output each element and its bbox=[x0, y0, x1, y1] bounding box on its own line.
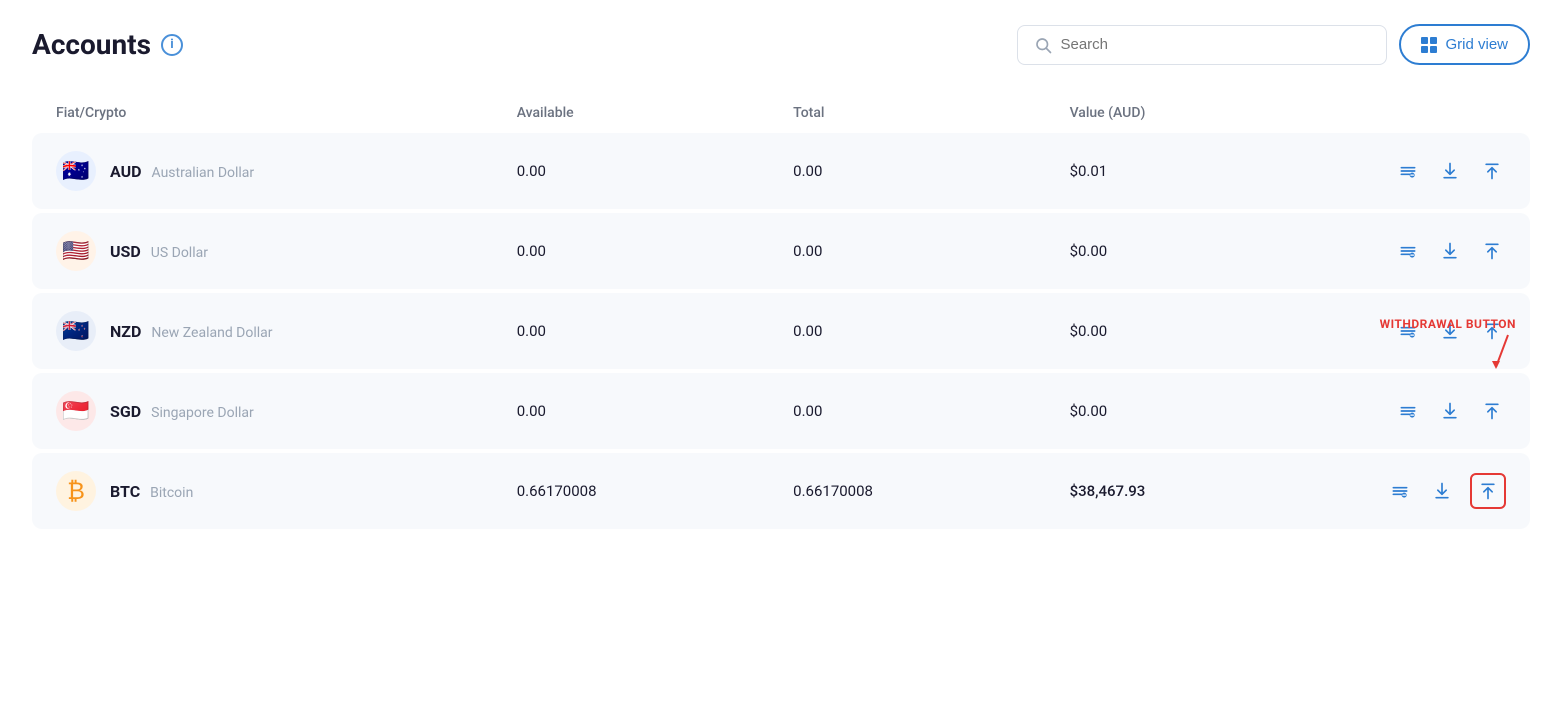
available-sgd: 0.00 bbox=[517, 402, 793, 420]
search-box[interactable] bbox=[1017, 25, 1387, 65]
header-right: Grid view bbox=[1017, 24, 1530, 65]
total-sgd: 0.00 bbox=[793, 402, 1069, 420]
col-total: Total bbox=[793, 105, 1069, 121]
col-value: Value (AUD) bbox=[1070, 105, 1346, 121]
page-title: Accounts bbox=[32, 28, 151, 61]
info-icon[interactable]: i bbox=[161, 34, 183, 56]
value-usd: $0.00 bbox=[1070, 242, 1346, 260]
total-aud: 0.00 bbox=[793, 162, 1069, 180]
grid-icon bbox=[1421, 37, 1437, 53]
withdraw-button-usd[interactable] bbox=[1478, 237, 1506, 265]
value-sgd: $0.00 bbox=[1070, 402, 1346, 420]
actions-nzd bbox=[1346, 317, 1506, 345]
header: Accounts i Grid view bbox=[32, 24, 1530, 65]
actions-sgd: WITHDRAWAL BUTTON bbox=[1346, 397, 1506, 425]
value-btc: $38,467.93 bbox=[1070, 482, 1346, 500]
currency-name-nzd: New Zealand Dollar bbox=[151, 325, 272, 341]
flag-nzd: 🇳🇿 bbox=[56, 311, 96, 351]
withdraw-button-sgd[interactable] bbox=[1478, 397, 1506, 425]
currency-code-sgd: SGD bbox=[110, 402, 141, 421]
currency-name-sgd: Singapore Dollar bbox=[151, 405, 254, 421]
actions-aud bbox=[1346, 157, 1506, 185]
currency-name-aud: Australian Dollar bbox=[152, 165, 255, 181]
col-fiat-crypto: Fiat/Crypto bbox=[56, 105, 517, 121]
actions-usd bbox=[1346, 237, 1506, 265]
deposit-button-aud[interactable] bbox=[1436, 157, 1464, 185]
table-row: 🇦🇺 AUD Australian Dollar 0.00 0.00 $0.01 bbox=[32, 133, 1530, 209]
currency-cell-btc: ₿ BTC Bitcoin bbox=[56, 471, 517, 511]
available-usd: 0.00 bbox=[517, 242, 793, 260]
currency-code-nzd: NZD bbox=[110, 322, 141, 341]
withdraw-button-aud[interactable] bbox=[1478, 157, 1506, 185]
available-aud: 0.00 bbox=[517, 162, 793, 180]
search-input[interactable] bbox=[1060, 36, 1370, 53]
currency-cell-aud: 🇦🇺 AUD Australian Dollar bbox=[56, 151, 517, 191]
deposit-button-sgd[interactable] bbox=[1436, 397, 1464, 425]
total-btc: 0.66170008 bbox=[793, 482, 1069, 500]
transfer-button-aud[interactable] bbox=[1394, 157, 1422, 185]
available-btc: 0.66170008 bbox=[517, 482, 793, 500]
search-icon bbox=[1034, 36, 1052, 54]
accounts-table: 🇦🇺 AUD Australian Dollar 0.00 0.00 $0.01 bbox=[32, 133, 1530, 529]
deposit-button-nzd[interactable] bbox=[1436, 317, 1464, 345]
deposit-button-btc[interactable] bbox=[1428, 477, 1456, 505]
transfer-button-nzd[interactable] bbox=[1394, 317, 1422, 345]
deposit-button-usd[interactable] bbox=[1436, 237, 1464, 265]
currency-code-usd: USD bbox=[110, 242, 141, 261]
available-nzd: 0.00 bbox=[517, 322, 793, 340]
currency-name-btc: Bitcoin bbox=[150, 485, 193, 501]
title-area: Accounts i bbox=[32, 28, 183, 61]
transfer-button-btc[interactable] bbox=[1386, 477, 1414, 505]
value-nzd: $0.00 bbox=[1070, 322, 1346, 340]
currency-code-aud: AUD bbox=[110, 162, 142, 181]
total-usd: 0.00 bbox=[793, 242, 1069, 260]
withdraw-button-btc[interactable] bbox=[1470, 473, 1506, 509]
currency-cell-sgd: 🇸🇬 SGD Singapore Dollar bbox=[56, 391, 517, 431]
grid-view-button[interactable]: Grid view bbox=[1399, 24, 1530, 65]
total-nzd: 0.00 bbox=[793, 322, 1069, 340]
withdraw-button-nzd[interactable] bbox=[1478, 317, 1506, 345]
currency-code-btc: BTC bbox=[110, 482, 140, 501]
table-row-btc: ₿ BTC Bitcoin 0.66170008 0.66170008 $38,… bbox=[32, 453, 1530, 529]
table-row: 🇺🇸 USD US Dollar 0.00 0.00 $0.00 bbox=[32, 213, 1530, 289]
value-aud: $0.01 bbox=[1070, 162, 1346, 180]
flag-btc: ₿ bbox=[56, 471, 96, 511]
actions-btc bbox=[1346, 473, 1506, 509]
flag-aud: 🇦🇺 bbox=[56, 151, 96, 191]
currency-name-usd: US Dollar bbox=[151, 245, 208, 261]
flag-usd: 🇺🇸 bbox=[56, 231, 96, 271]
table-row: 🇸🇬 SGD Singapore Dollar 0.00 0.00 $0.00 bbox=[32, 373, 1530, 449]
currency-cell-usd: 🇺🇸 USD US Dollar bbox=[56, 231, 517, 271]
table-header: Fiat/Crypto Available Total Value (AUD) bbox=[32, 97, 1530, 129]
transfer-button-sgd[interactable] bbox=[1394, 397, 1422, 425]
col-available: Available bbox=[517, 105, 793, 121]
table-row: 🇳🇿 NZD New Zealand Dollar 0.00 0.00 $0.0… bbox=[32, 293, 1530, 369]
transfer-button-usd[interactable] bbox=[1394, 237, 1422, 265]
col-actions bbox=[1346, 105, 1506, 121]
flag-sgd: 🇸🇬 bbox=[56, 391, 96, 431]
currency-cell-nzd: 🇳🇿 NZD New Zealand Dollar bbox=[56, 311, 517, 351]
page-wrapper: Accounts i Grid view Fiat/Crypto bbox=[32, 24, 1530, 529]
